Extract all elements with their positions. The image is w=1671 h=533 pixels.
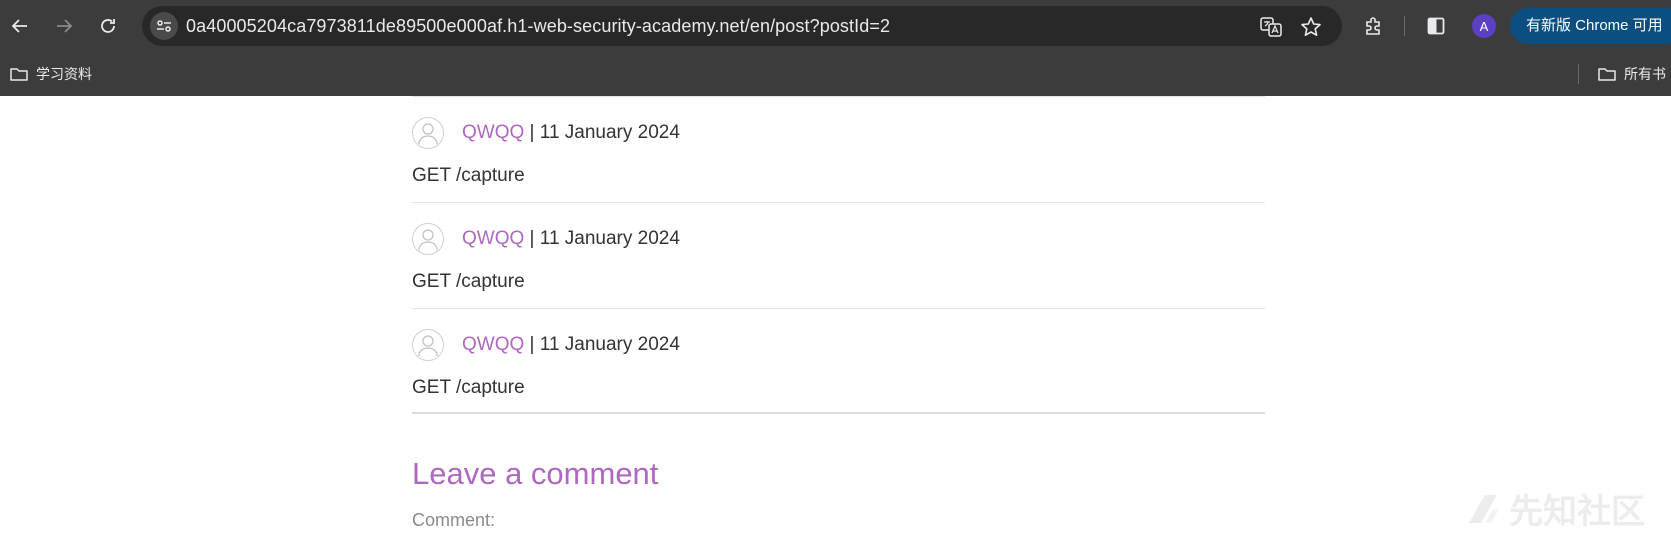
comment-date: 11 January 2024: [539, 228, 680, 249]
watermark-logo-icon: [1465, 491, 1501, 527]
comment-body: GET /capture: [412, 271, 525, 292]
all-bookmarks-button[interactable]: 所有书: [1598, 62, 1666, 86]
user-avatar-icon: [412, 329, 444, 361]
comment-author[interactable]: QWQQ: [462, 334, 524, 355]
reload-icon: [101, 19, 115, 33]
comment-item: QWQQ | 11 January 2024 GET /capture: [412, 202, 1265, 308]
bookmark-folder-study[interactable]: 学习资料: [10, 62, 92, 86]
comment-date: 11 January 2024: [539, 334, 680, 355]
bookmark-label: 学习资料: [36, 66, 92, 82]
comment-body: GET /capture: [412, 165, 525, 186]
comment-item: QWQQ | 11 January 2024 GET /capture: [412, 308, 1265, 414]
watermark-text: 先知社区: [1509, 493, 1645, 531]
url-text[interactable]: 0a40005204ca7973811de89500e000af.h1-web-…: [186, 16, 890, 37]
page-content: QWQQ | 11 January 2024 GET /capture QWQQ…: [0, 96, 1671, 533]
comment-field-label: Comment:: [412, 510, 496, 530]
comment-separator: |: [524, 122, 540, 143]
side-panel-button[interactable]: [1422, 12, 1450, 40]
side-panel-icon: [1427, 17, 1445, 35]
star-icon: [1301, 17, 1321, 36]
address-bar[interactable]: 0a40005204ca7973811de89500e000af.h1-web-…: [142, 6, 1342, 46]
site-watermark: 先知社区: [1465, 484, 1645, 533]
bookmark-star-button[interactable]: [1298, 14, 1324, 40]
folder-icon: [10, 67, 28, 81]
arrow-left-icon: [11, 19, 27, 33]
folder-icon: [1598, 67, 1616, 81]
comment-author[interactable]: QWQQ: [462, 228, 524, 249]
comment-item: QWQQ | 11 January 2024 GET /capture: [412, 96, 1265, 202]
tune-icon: [157, 20, 171, 32]
translate-icon: [1260, 17, 1282, 37]
bookmarks-divider: [1578, 64, 1579, 84]
puzzle-icon: [1366, 17, 1380, 35]
comment-date: 11 January 2024: [539, 122, 680, 143]
comment-list: QWQQ | 11 January 2024 GET /capture QWQQ…: [412, 96, 1265, 414]
profile-avatar[interactable]: A: [1472, 14, 1496, 38]
comment-author[interactable]: QWQQ: [462, 122, 524, 143]
site-info-button[interactable]: [150, 12, 178, 40]
extensions-button[interactable]: [1360, 12, 1388, 40]
comment-meta: QWQQ | 11 January 2024: [462, 122, 680, 144]
user-avatar-icon: [412, 117, 444, 149]
comment-separator: |: [524, 228, 540, 249]
comment-body: GET /capture: [412, 377, 525, 398]
back-button[interactable]: [4, 10, 36, 42]
comment-meta: QWQQ | 11 January 2024: [462, 228, 680, 250]
comment-meta: QWQQ | 11 January 2024: [462, 334, 680, 356]
bookmarks-bar: 学习资料 所有书: [0, 52, 1671, 96]
forward-button[interactable]: [48, 10, 80, 42]
chrome-update-button[interactable]: 有新版 Chrome 可用: [1510, 8, 1671, 44]
reload-button[interactable]: [92, 10, 124, 42]
user-avatar-icon: [412, 223, 444, 255]
browser-toolbar: 0a40005204ca7973811de89500e000af.h1-web-…: [0, 0, 1671, 52]
browser-chrome: 0a40005204ca7973811de89500e000af.h1-web-…: [0, 0, 1671, 96]
comment-separator: |: [524, 334, 540, 355]
toolbar-divider: [1404, 16, 1405, 36]
leave-comment-heading: Leave a comment: [412, 456, 659, 491]
all-bookmarks-label: 所有书: [1624, 66, 1666, 82]
translate-button[interactable]: [1258, 14, 1284, 40]
arrow-right-icon: [57, 19, 73, 33]
